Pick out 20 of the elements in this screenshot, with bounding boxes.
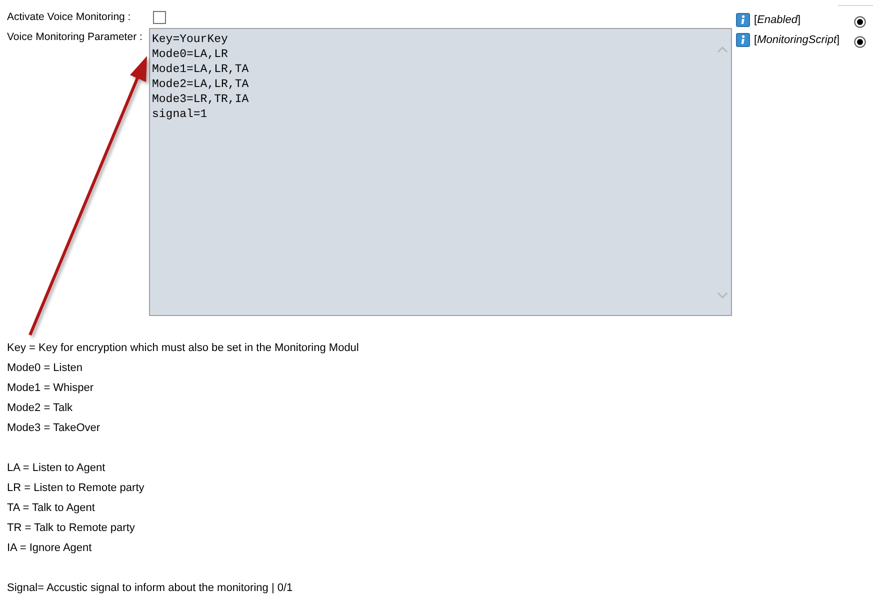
help-text: TA = Talk to Agent: [7, 501, 96, 516]
help-text: Mode1 = Whisper: [7, 381, 95, 396]
field-label: Voice Monitoring Parameter :: [7, 30, 142, 45]
help-text: Signal= Accustic signal to inform about the monitoring | 0/1: [7, 581, 294, 596]
binding-label: [MonitoringScript]: [754, 34, 841, 46]
radio-button[interactable]: [854, 36, 866, 48]
radio-button[interactable]: [854, 16, 866, 28]
help-text: Mode0 = Listen: [7, 361, 84, 376]
info-icon[interactable]: [736, 13, 750, 27]
help-text: Mode3 = TakeOver: [7, 421, 102, 436]
checkbox[interactable]: [153, 11, 166, 24]
field-label: Activate Voice Monitoring :: [7, 10, 131, 25]
help-text: TR = Talk to Remote party: [7, 521, 136, 536]
help-text: LA = Listen to Agent: [7, 461, 106, 476]
binding-label: [Enabled]: [754, 14, 802, 26]
info-icon[interactable]: [736, 33, 750, 47]
help-text: IA = Ignore Agent: [7, 541, 93, 556]
help-text: Mode2 = Talk: [7, 401, 74, 416]
help-text: LR = Listen to Remote party: [7, 481, 146, 496]
help-text: Key = Key for encryption which must also be set in the Monitoring Modul: [7, 341, 360, 356]
